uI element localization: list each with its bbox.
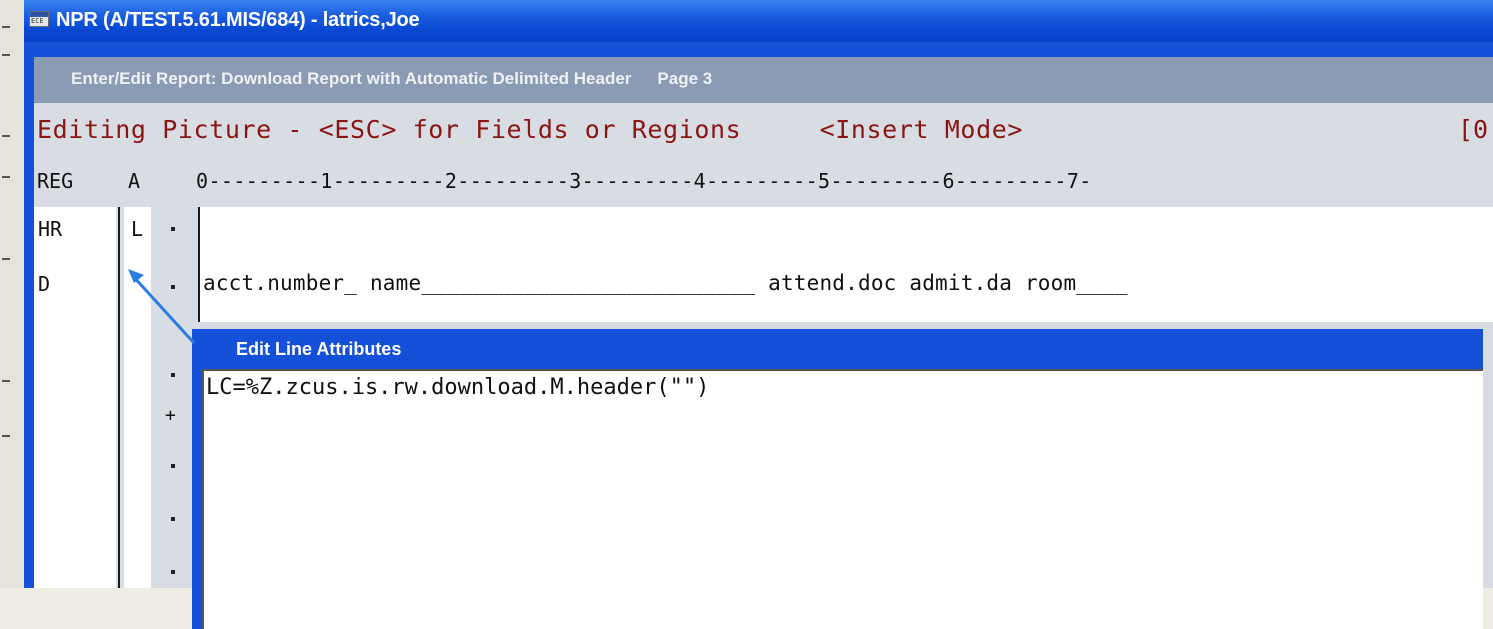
page-indicator: Page 3 [657,69,713,88]
row-marker-plus: + [165,405,176,426]
screen-subtitle-label: Enter/Edit Report: Download Report with … [71,69,632,88]
picture-line-fields[interactable]: acct.number_ name_______________________… [203,271,1128,295]
line-attributes-input[interactable]: LC=%Z.zcus.is.rw.download.M.header("") [202,369,1483,629]
strip-mark [2,54,10,56]
row-marker [171,570,175,574]
left-desktop-strip [0,0,24,588]
terminal-app-icon[interactable]: ECE [29,11,49,27]
screen-subtitle-bar: Enter/Edit Report: Download Report with … [34,57,1493,103]
mode-status-right: [0 [1458,115,1489,144]
strip-mark [2,176,10,178]
terminal-panel: Enter/Edit Report: Download Report with … [34,57,1493,629]
edit-line-attributes-dialog[interactable]: Edit Line Attributes LC=%Z.zcus.is.rw.do… [192,329,1483,629]
window-frame: Enter/Edit Report: Download Report with … [24,42,1493,629]
strip-mark [2,135,10,137]
row-marker [171,464,175,468]
row-marker [171,517,175,521]
strip-mark [2,435,10,437]
window-title: NPR (A/TEST.5.61.MIS/684) - latrics,Joe [56,9,420,31]
annotation-arrow-icon [128,269,196,345]
strip-mark [2,26,10,28]
window-titlebar[interactable]: ECE NPR (A/TEST.5.61.MIS/684) - latrics,… [24,0,1493,42]
screen-subtitle: Enter/Edit Report: Download Report with … [71,69,712,89]
strip-mark [2,258,10,260]
terminal-screen[interactable]: Editing Picture - <ESC> for Fields or Re… [34,103,1493,629]
picture-edit-area[interactable] [200,207,1493,322]
column-ruler: 0---------1---------2---------3---------… [196,169,1092,193]
strip-mark [2,380,10,382]
